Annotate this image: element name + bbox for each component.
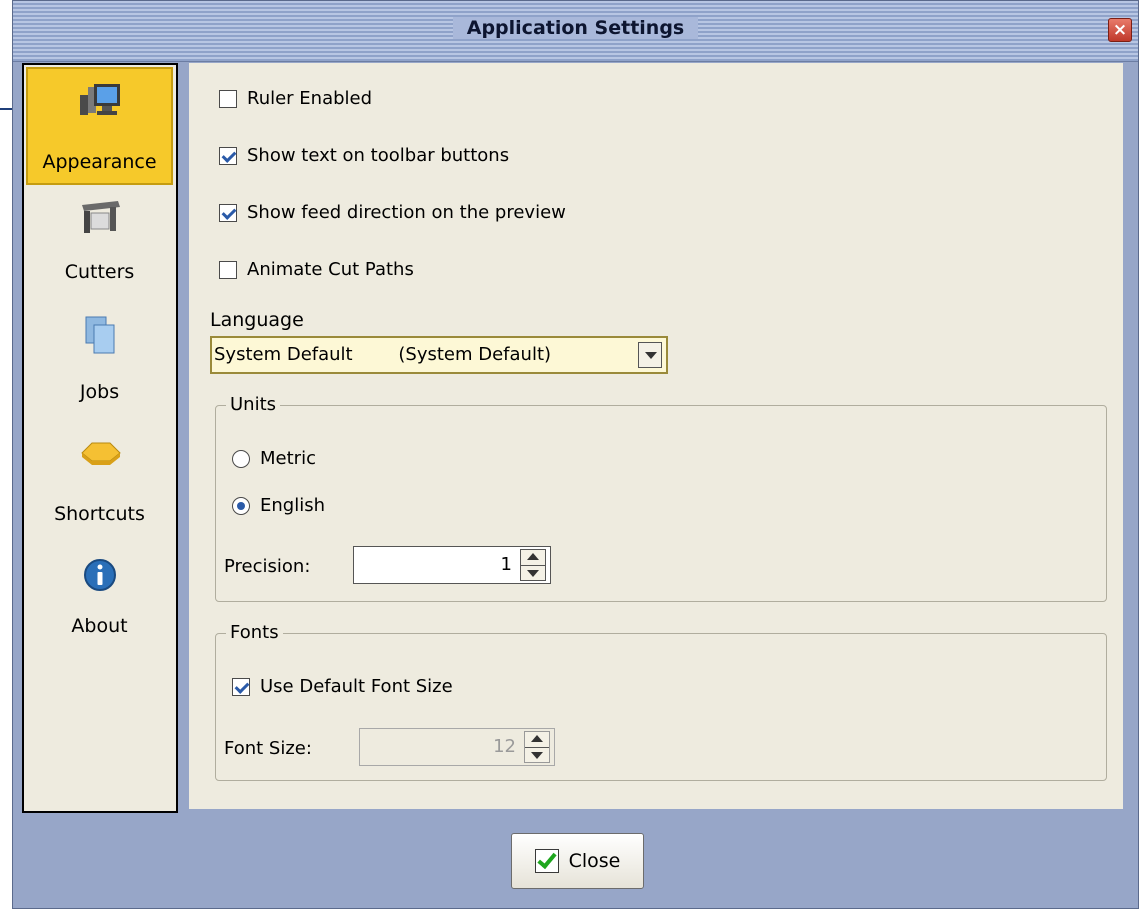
units-group-title: Units [226, 394, 281, 415]
sidebar-item-label: Jobs [79, 381, 120, 403]
window-title: Application Settings [452, 17, 699, 39]
language-value: System Default (System Default) [214, 344, 552, 365]
appearance-panel: Ruler Enabled Show text on toolbar butto… [189, 63, 1123, 809]
sidebar-item-jobs[interactable]: Jobs [26, 303, 173, 421]
font-size-label: Font Size: [224, 738, 312, 759]
language-label: Language [210, 309, 304, 331]
animate-cut-paths-label: Animate Cut Paths [247, 259, 414, 280]
sidebar-item-label: Shortcuts [54, 503, 145, 525]
fonts-group: Fonts Use Default Font Size Font Size: 1… [215, 622, 1107, 781]
english-option[interactable]: English [232, 495, 325, 516]
english-label: English [260, 495, 325, 516]
title-bar[interactable]: Application Settings × [13, 1, 1138, 62]
show-feed-direction-label: Show feed direction on the preview [247, 202, 566, 223]
metric-radio[interactable] [232, 449, 250, 468]
use-default-font-size-checkbox[interactable] [232, 677, 250, 696]
sidebar-item-about[interactable]: About [26, 543, 173, 661]
chevron-down-icon[interactable] [638, 342, 662, 368]
close-window-icon[interactable]: × [1108, 18, 1132, 42]
sidebar-item-label: Appearance [42, 151, 157, 173]
sidebar-item-appearance[interactable]: Appearance [26, 67, 173, 185]
documents-icon [85, 316, 114, 354]
language-select[interactable]: System Default (System Default) [210, 336, 668, 374]
cutter-machine-icon [81, 201, 120, 233]
show-feed-direction-option[interactable]: Show feed direction on the preview [219, 202, 566, 223]
sidebar-item-label: Cutters [64, 261, 135, 283]
ruler-enabled-checkbox[interactable] [219, 89, 237, 108]
ruler-enabled-option[interactable]: Ruler Enabled [219, 88, 372, 109]
english-radio[interactable] [232, 496, 250, 515]
show-toolbar-text-label: Show text on toolbar buttons [247, 145, 510, 166]
monitor-icon [79, 84, 120, 115]
animate-cut-paths-checkbox[interactable] [219, 260, 237, 279]
spinner-arrows-icon[interactable] [524, 731, 550, 763]
info-icon [83, 559, 116, 591]
show-toolbar-text-option[interactable]: Show text on toolbar buttons [219, 145, 509, 166]
spinner-arrows-icon[interactable] [520, 549, 546, 581]
use-default-font-size-option[interactable]: Use Default Font Size [232, 676, 453, 697]
checkmark-icon [534, 849, 559, 873]
font-size-value: 12 [493, 736, 516, 757]
precision-stepper[interactable]: 1 [353, 546, 551, 584]
sidebar-item-label: About [71, 615, 128, 637]
show-toolbar-text-checkbox[interactable] [219, 146, 237, 165]
close-button-label: Close [568, 850, 621, 872]
sidebar-item-cutters[interactable]: Cutters [26, 183, 173, 301]
show-feed-direction-checkbox[interactable] [219, 203, 237, 222]
precision-label: Precision: [224, 556, 311, 577]
ruler-enabled-label: Ruler Enabled [247, 88, 373, 109]
metric-option[interactable]: Metric [232, 448, 316, 469]
category-sidebar: Appearance Cutters Jobs Shortcuts About [22, 63, 178, 813]
font-size-stepper[interactable]: 12 [359, 728, 555, 766]
metric-label: Metric [260, 448, 316, 469]
animate-cut-paths-option[interactable]: Animate Cut Paths [219, 259, 414, 280]
sidebar-item-shortcuts[interactable]: Shortcuts [26, 423, 173, 541]
close-button[interactable]: Close [511, 833, 644, 889]
fonts-group-title: Fonts [226, 622, 283, 643]
units-group: Units Metric English Precision: 1 [215, 394, 1107, 602]
shortcut-icon [80, 442, 121, 465]
precision-value: 1 [500, 554, 512, 575]
use-default-font-size-label: Use Default Font Size [260, 676, 453, 697]
